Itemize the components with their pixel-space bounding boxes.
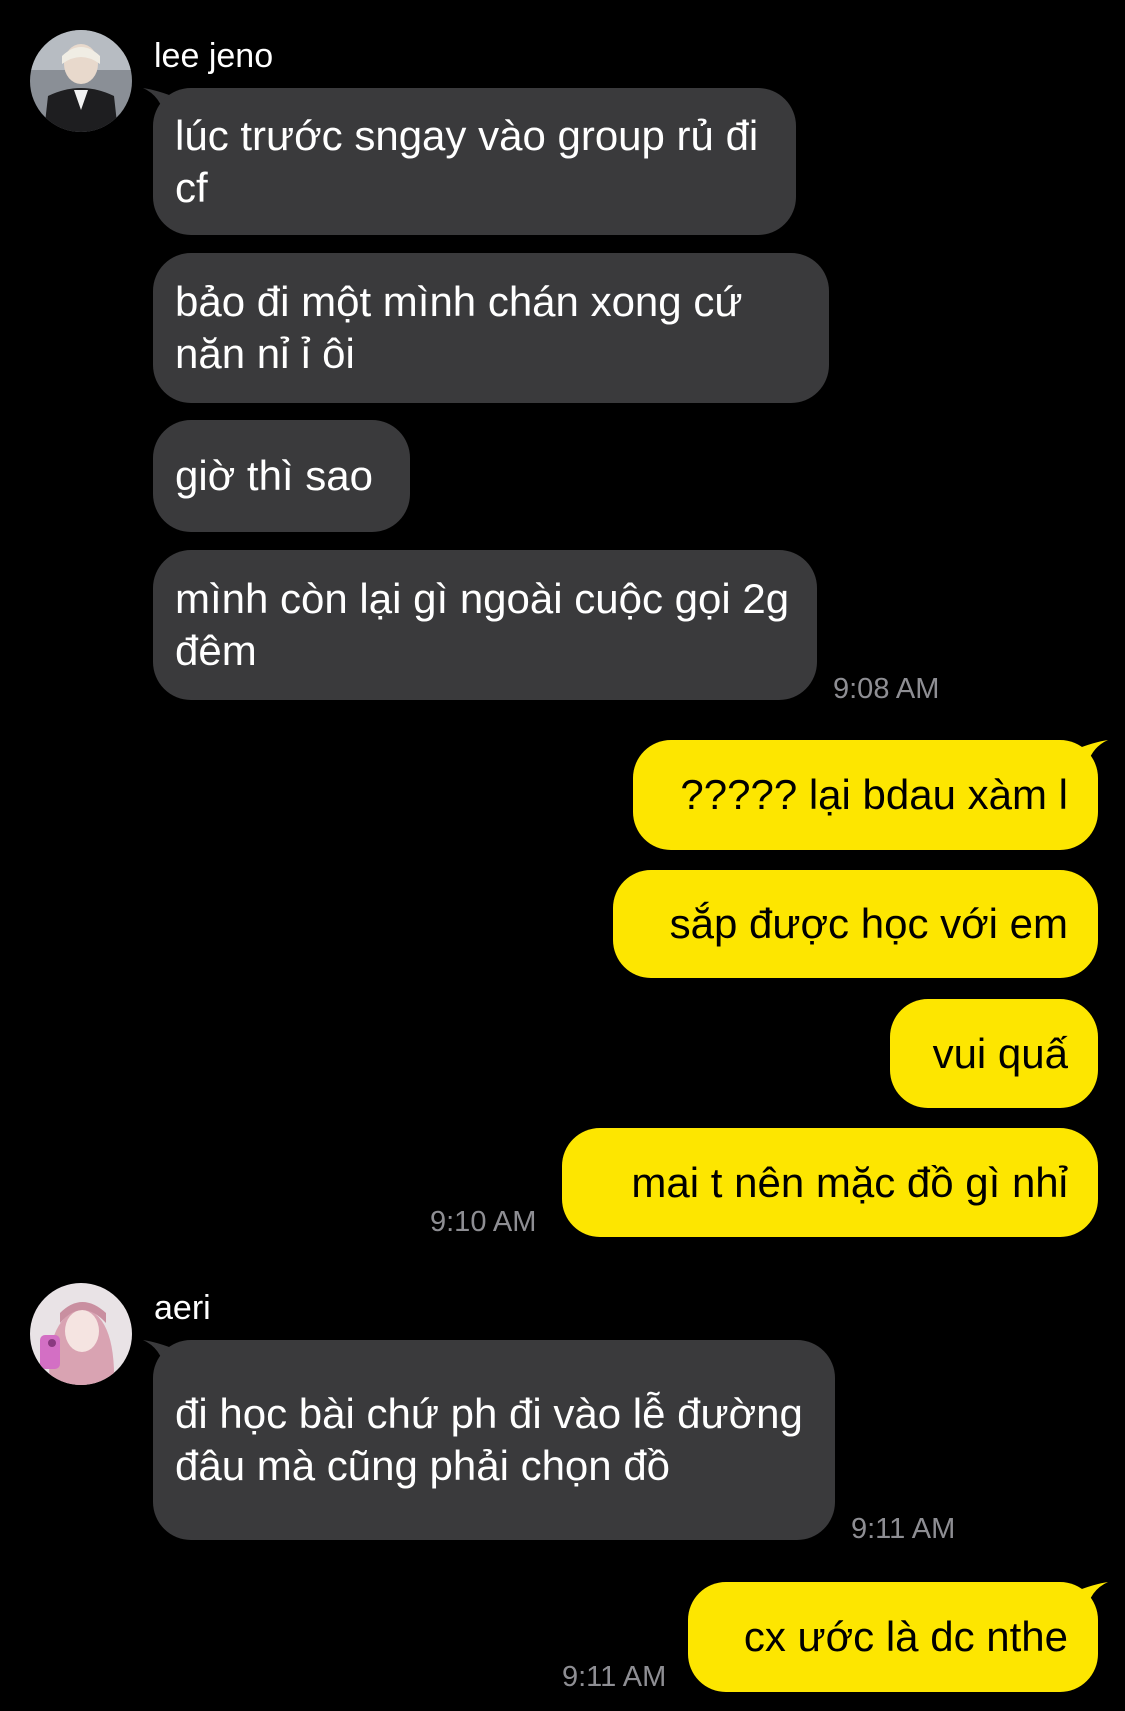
message-text: mai t nên mặc đồ gì nhỉ xyxy=(631,1158,1068,1206)
message-bubble[interactable]: lúc trước sngay vào group rủ đi cf xyxy=(153,88,796,235)
message-bubble[interactable]: vui quấ xyxy=(890,999,1098,1108)
avatar-aeri[interactable] xyxy=(30,1283,132,1385)
sender-name: lee jeno xyxy=(154,37,274,75)
message-bubble[interactable]: giờ thì sao xyxy=(153,420,410,532)
message-text: đi học bài chứ ph đi vào lễ đường đâu mà… xyxy=(175,1390,803,1489)
message-text: sắp được học với em xyxy=(669,900,1068,947)
message-timestamp: 9:08 AM xyxy=(833,673,940,705)
message-bubble[interactable]: cx ước là dc nthe xyxy=(688,1582,1098,1692)
message-timestamp: 9:11 AM xyxy=(851,1513,956,1545)
message-text: vui quấ xyxy=(932,1029,1068,1077)
message-bubble[interactable]: bảo đi một mình chán xong cứ năn nỉ ỉ ôi xyxy=(153,253,829,403)
message-bubble[interactable]: mình còn lại gì ngoài cuộc gọi 2g đêm xyxy=(153,550,817,700)
message-text: bảo đi một mình chán xong cứ năn nỉ ỉ ôi xyxy=(175,278,743,377)
user-avatar-photo-icon xyxy=(30,30,132,132)
message-bubble[interactable]: đi học bài chứ ph đi vào lễ đường đâu mà… xyxy=(153,1340,835,1540)
message-timestamp: 9:10 AM xyxy=(430,1206,537,1238)
message-text: lúc trước sngay vào group rủ đi cf xyxy=(175,111,759,211)
message-bubble[interactable]: mai t nên mặc đồ gì nhỉ xyxy=(562,1128,1098,1237)
message-text: ????? lại bdau xàm l xyxy=(680,771,1068,818)
message-bubble[interactable]: ????? lại bdau xàm l xyxy=(633,740,1098,850)
avatar-lee-jeno[interactable] xyxy=(30,30,132,132)
message-timestamp: 9:11 AM xyxy=(562,1661,667,1693)
sender-name: aeri xyxy=(154,1289,211,1327)
user-avatar-photo-icon xyxy=(30,1283,132,1385)
message-text: cx ước là dc nthe xyxy=(743,1613,1068,1660)
message-text: mình còn lại gì ngoài cuộc gọi 2g đêm xyxy=(175,575,790,674)
message-bubble[interactable]: sắp được học với em xyxy=(613,870,1098,978)
message-text: giờ thì sao xyxy=(175,452,373,499)
